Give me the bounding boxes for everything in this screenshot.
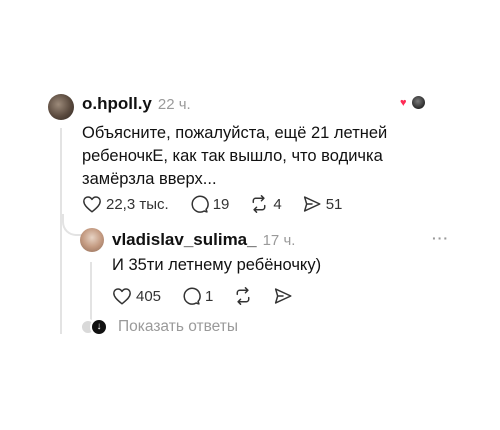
reply-time: 17 ч. <box>262 232 296 249</box>
comment-count: 19 <box>212 195 230 213</box>
comment-button[interactable]: 19 <box>189 194 230 214</box>
heart-icon <box>82 195 102 213</box>
comment-count: 1 <box>205 287 214 305</box>
repost-count: 4 <box>273 195 282 213</box>
thread-line <box>60 128 62 334</box>
reply-actions: 405 1 <box>112 286 313 306</box>
post-actions: 22,3 тыс. 19 4 51 <box>82 194 362 214</box>
like-count: 22,3 тыс. <box>106 195 169 213</box>
comment-icon <box>189 194 209 214</box>
share-icon <box>302 195 322 213</box>
heart-icon <box>112 287 132 305</box>
post-time: 22 ч. <box>157 96 191 113</box>
arrow-down-icon: ↓ <box>90 318 108 336</box>
more-icon[interactable]: ··· <box>432 230 449 246</box>
liker-avatar <box>410 94 427 111</box>
show-replies-button[interactable]: ↓ Показать ответы <box>80 318 238 336</box>
share-count: 51 <box>325 195 343 213</box>
share-icon <box>273 287 293 305</box>
post-header: o.hpoll.y 22 ч. <box>82 94 191 114</box>
repost-icon <box>233 287 253 305</box>
comment-button[interactable]: 1 <box>181 286 213 306</box>
avatar[interactable] <box>48 94 74 120</box>
like-count: 405 <box>136 287 162 305</box>
reply-text: И 35ти летнему ребёночку) <box>112 256 322 274</box>
post-username[interactable]: o.hpoll.y <box>82 94 152 114</box>
reply-header: vladislav_sulima_ 17 ч. <box>112 230 295 250</box>
like-button[interactable]: 22,3 тыс. <box>82 195 169 213</box>
reply-connector <box>62 214 84 236</box>
share-button[interactable]: 51 <box>302 195 343 213</box>
share-button[interactable] <box>273 287 293 305</box>
like-button[interactable]: 405 <box>112 287 161 305</box>
liked-by-badge[interactable]: ♥ <box>400 94 428 114</box>
show-replies-label: Показать ответы <box>118 318 238 335</box>
repost-icon <box>249 195 269 213</box>
repost-button[interactable] <box>233 287 253 305</box>
avatar[interactable] <box>80 228 104 252</box>
reply-username[interactable]: vladislav_sulima_ <box>112 230 257 250</box>
repost-button[interactable]: 4 <box>249 195 282 213</box>
replier-avatars: ↓ <box>80 318 108 336</box>
heart-icon: ♥ <box>400 97 407 109</box>
post-text: Объясните, пожалуйста, ещё 21 летней реб… <box>82 124 388 188</box>
comment-icon <box>181 286 201 306</box>
